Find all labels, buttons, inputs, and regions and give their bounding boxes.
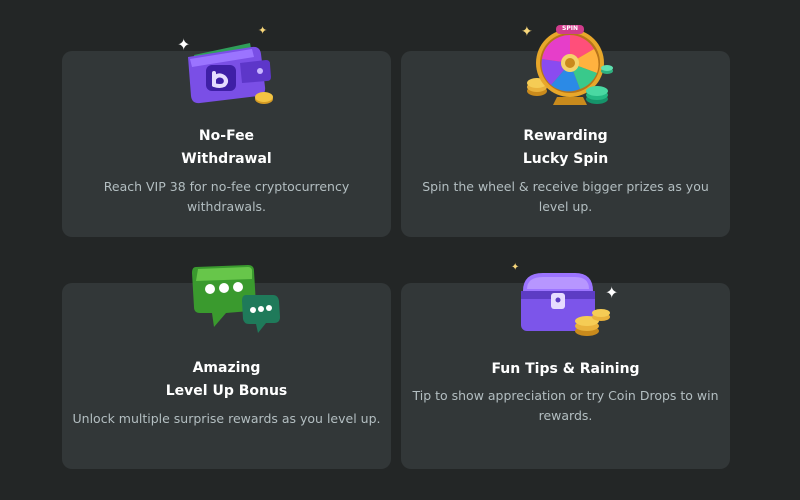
spin-wheel-icon: SPIN: [525, 25, 615, 111]
sparkle-icon: ✦: [258, 24, 268, 37]
feature-title-line: Level Up Bonus: [165, 383, 288, 399]
feature-card-lucky-spin: SPIN ✦ Rewarding Lucky Spin Spin the whe…: [401, 25, 730, 237]
sparkle-icon: ✦: [605, 283, 619, 302]
feature-title-line: Lucky Spin: [522, 151, 609, 167]
feature-title: Fun Tips & Raining: [401, 358, 730, 381]
feature-description: Tip to show appreciation or try Coin Dro…: [412, 388, 719, 423]
feature-title-line: Fun Tips & Raining: [491, 361, 640, 377]
spin-label: SPIN: [562, 25, 578, 32]
feature-description: Spin the wheel & receive bigger prizes a…: [422, 179, 709, 214]
feature-title-line: Rewarding: [523, 128, 608, 144]
wallet-icon: [180, 33, 280, 113]
feature-description: Unlock multiple surprise rewards as you …: [72, 411, 381, 426]
feature-title: Amazing Level Up Bonus: [62, 357, 391, 403]
features-grid: ✦ ✦ No-Fee Withdrawal Reach VIP 38 for n…: [0, 0, 800, 500]
chat-bubbles-icon: [188, 261, 284, 337]
feature-card-no-fee-withdrawal: ✦ ✦ No-Fee Withdrawal Reach VIP 38 for n…: [62, 25, 391, 237]
feature-title-line: No-Fee: [198, 128, 255, 144]
sparkle-icon: ✦: [177, 35, 191, 54]
feature-title-line: Withdrawal: [181, 151, 272, 167]
sparkle-icon: ✦: [511, 262, 520, 273]
treasure-chest-icon: [517, 267, 611, 339]
feature-card-level-up-bonus: Amazing Level Up Bonus Unlock multiple s…: [62, 265, 391, 469]
feature-description: Reach VIP 38 for no-fee cryptocurrency w…: [103, 179, 350, 214]
feature-card-tips-and-raining: ✦ ✦ Fun Tips & Raining Tip to show appre…: [401, 263, 730, 469]
feature-title: Rewarding Lucky Spin: [401, 125, 730, 171]
sparkle-icon: ✦: [521, 24, 533, 40]
feature-title-line: Amazing: [192, 360, 261, 376]
feature-title: No-Fee Withdrawal: [62, 125, 391, 171]
